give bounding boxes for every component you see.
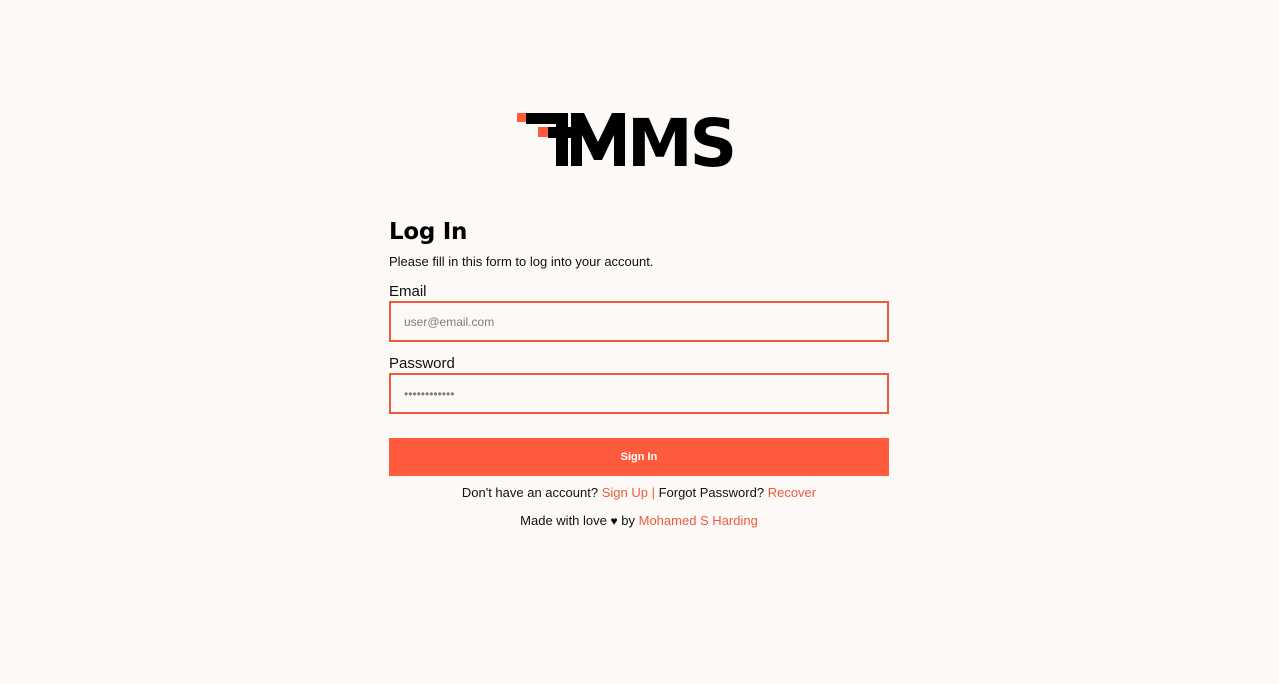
by-text: by xyxy=(621,513,635,528)
forgot-password-text: Forgot Password? xyxy=(658,485,765,500)
password-field[interactable] xyxy=(389,373,889,414)
account-links: Don't have an account? Sign Up | Forgot … xyxy=(389,485,889,500)
link-separator: | xyxy=(651,485,655,500)
msh-logo-icon: MSH xyxy=(517,108,738,170)
recover-link[interactable]: Recover xyxy=(768,485,816,500)
email-label: Email xyxy=(389,283,427,300)
footer-credit: Made with love ♥ by Mohamed S Harding xyxy=(389,513,889,529)
logo-text: MSH xyxy=(627,108,738,170)
login-page: MSH Log In Please fill in this form to l… xyxy=(0,0,1279,684)
made-with-text: Made with love xyxy=(520,513,607,528)
form-subtitle: Please fill in this form to log into you… xyxy=(389,254,654,269)
author-link[interactable]: Mohamed S Harding xyxy=(639,513,758,528)
login-form: Log In Please fill in this form to log i… xyxy=(389,218,889,529)
no-account-text: Don't have an account? xyxy=(461,485,599,500)
brand-logo: MSH xyxy=(516,108,738,170)
sign-in-button[interactable]: Sign In xyxy=(389,438,889,476)
heart-icon: ♥ xyxy=(610,514,618,528)
password-label: Password xyxy=(389,355,455,372)
email-field[interactable] xyxy=(389,301,889,342)
sign-up-link[interactable]: Sign Up xyxy=(602,485,648,500)
page-title: Log In xyxy=(389,219,468,245)
